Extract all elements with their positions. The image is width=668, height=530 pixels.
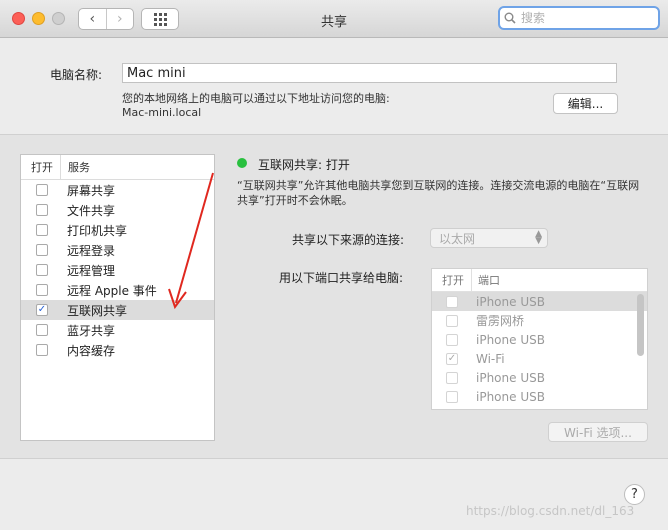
annotation-arrow bbox=[168, 172, 214, 310]
